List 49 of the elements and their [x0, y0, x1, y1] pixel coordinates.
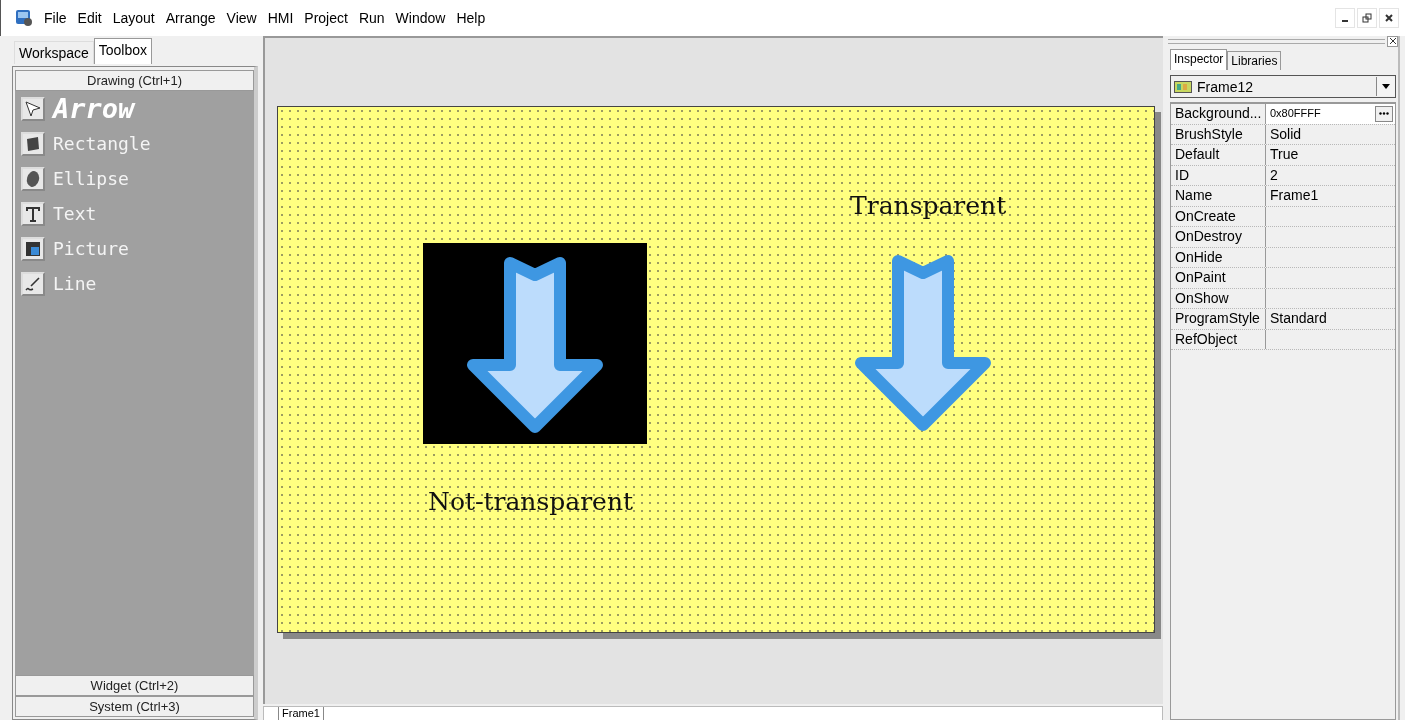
- canvas-text: Not-transparent: [428, 487, 634, 516]
- menu-item[interactable]: Run: [353, 10, 391, 26]
- property-value[interactable]: Solid: [1270, 124, 1302, 144]
- section-header[interactable]: Drawing (Ctrl+1): [15, 70, 254, 91]
- menu-item[interactable]: Arrange: [160, 10, 222, 26]
- panel-tab[interactable]: Workspace: [14, 41, 94, 64]
- property-name: Default: [1171, 145, 1266, 165]
- restore-icon[interactable]: [1357, 8, 1377, 28]
- menu-item[interactable]: HMI: [262, 10, 300, 26]
- rectangle-tool-icon[interactable]: [21, 131, 45, 156]
- menu-item[interactable]: Layout: [107, 10, 161, 26]
- frame-icon: [1174, 80, 1192, 93]
- panel-tab[interactable]: Toolbox: [93, 38, 153, 64]
- property-value[interactable]: 2: [1270, 165, 1278, 185]
- property-name: OnCreate: [1171, 206, 1266, 226]
- property-name: OnShow: [1171, 288, 1266, 308]
- object-dropdown[interactable]: Frame12: [1170, 75, 1396, 98]
- close-icon[interactable]: [1387, 35, 1398, 47]
- property-name: OnHide: [1171, 247, 1266, 267]
- panel-tab[interactable]: Libraries: [1227, 51, 1282, 70]
- property-name: BrushStyle: [1171, 124, 1266, 144]
- menu-item[interactable]: View: [221, 10, 263, 26]
- text-tool-icon[interactable]: [21, 201, 45, 226]
- arrow-tool-icon[interactable]: [21, 96, 45, 121]
- menu-item[interactable]: Project: [299, 10, 354, 26]
- menu-item[interactable]: File: [39, 10, 73, 26]
- property-name: RefObject: [1171, 329, 1266, 349]
- menu-item[interactable]: Help: [451, 10, 492, 26]
- menu-item[interactable]: Edit: [72, 10, 108, 26]
- property-name: OnDestroy: [1171, 227, 1266, 247]
- property-name: OnPaint: [1171, 268, 1266, 288]
- picture-tool-icon[interactable]: [21, 236, 45, 261]
- panel-tab[interactable]: Inspector: [1170, 49, 1228, 70]
- property-name: ID: [1171, 165, 1266, 185]
- property-name: Name: [1171, 186, 1266, 206]
- document-tab[interactable]: Frame1: [278, 707, 324, 720]
- ellipse-tool-icon[interactable]: [21, 166, 45, 191]
- minimize-icon[interactable]: [1335, 8, 1355, 28]
- more-icon[interactable]: [1375, 105, 1393, 122]
- property-value[interactable]: True: [1270, 145, 1299, 165]
- property-name: ProgramStyle: [1171, 309, 1266, 329]
- property-value[interactable]: Frame1: [1270, 186, 1319, 206]
- section-header[interactable]: Widget (Ctrl+2): [15, 675, 254, 696]
- line-tool-icon[interactable]: [21, 271, 45, 296]
- menu-item[interactable]: Window: [390, 10, 452, 26]
- property-value[interactable]: Standard: [1270, 309, 1327, 329]
- canvas-text: Transparent: [850, 191, 1007, 220]
- section-header[interactable]: System (Ctrl+3): [15, 696, 254, 717]
- app-icon: [15, 9, 33, 27]
